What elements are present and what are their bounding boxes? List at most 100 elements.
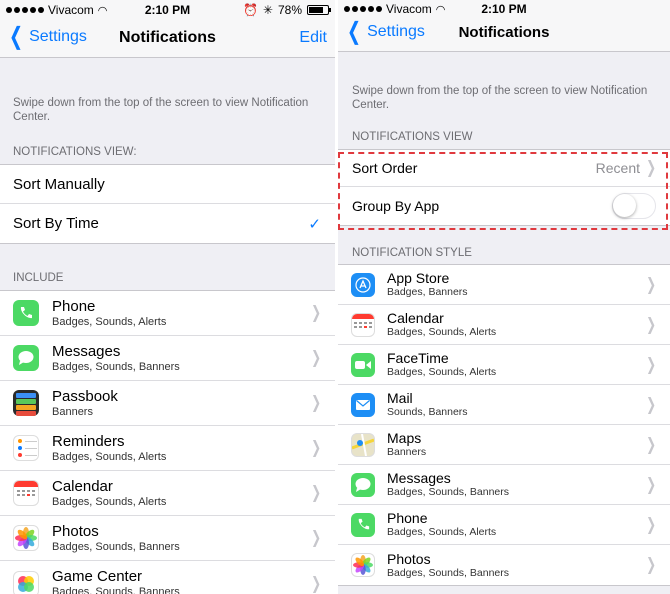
app-alert-style: Badges, Sounds, Alerts [52, 315, 167, 328]
highlight-box [338, 152, 668, 230]
section-header-view: NOTIFICATIONS VIEW: [13, 146, 137, 158]
app-store-icon [351, 272, 375, 297]
chevron-right-icon: ❯ [645, 354, 656, 374]
edit-button[interactable]: Edit [299, 29, 327, 47]
calendar-icon [351, 312, 375, 337]
app-alert-style: Badges, Sounds, Banners [52, 540, 180, 553]
status-bar: Vivacom ◠ 2:10 PM [338, 0, 670, 17]
checkmark-icon: ✓ [308, 215, 321, 233]
app-name: Calendar [387, 310, 444, 326]
app-name: FaceTime [387, 350, 449, 366]
app-name: Mail [387, 390, 413, 406]
chevron-right-icon: ❯ [310, 573, 321, 593]
app-row-photos[interactable]: Photos Badges, Sounds, Banners ❯ [338, 545, 670, 585]
right-status: ⏰ ✳ 78% [242, 3, 331, 17]
app-alert-style: Badges, Sounds, Banners [52, 360, 180, 373]
phone-icon [351, 512, 375, 537]
option-label: Sort Manually [13, 175, 105, 193]
app-name: Reminders [52, 432, 125, 450]
messages-icon [13, 345, 39, 371]
app-row-passbook[interactable]: Passbook Banners ❯ [0, 381, 335, 426]
app-row-facetime[interactable]: FaceTime Badges, Sounds, Alerts ❯ [338, 345, 670, 385]
app-row-photos[interactable]: Photos Badges, Sounds, Banners ❯ [0, 516, 335, 561]
chevron-right-icon: ❯ [645, 274, 656, 294]
app-name: Messages [52, 342, 121, 360]
section-header-style: NOTIFICATION STYLE [352, 247, 472, 259]
bluetooth-icon: ✳ [262, 3, 273, 17]
phone-icon [13, 300, 39, 326]
photos-icon [351, 553, 375, 577]
app-alert-style: Banners [387, 446, 427, 458]
app-name: Phone [387, 510, 428, 526]
info-text: Swipe down from the top of the screen to… [352, 85, 648, 111]
chevron-right-icon: ❯ [645, 555, 656, 574]
app-name: Phone [52, 297, 96, 315]
option-sort-manually[interactable]: Sort Manually [0, 165, 335, 204]
game-center-icon [13, 570, 39, 594]
nav-bar: ❮ Settings Notifications Edit [0, 20, 335, 58]
facetime-icon [351, 352, 375, 377]
option-sort-by-time[interactable]: Sort By Time ✓ [0, 204, 335, 243]
app-alert-style: Badges, Sounds, Alerts [387, 366, 497, 378]
app-alert-style: Badges, Sounds, Banners [387, 566, 510, 579]
app-row-messages[interactable]: Messages Badges, Sounds, Banners ❯ [0, 336, 335, 381]
app-row-reminders[interactable]: Reminders Badges, Sounds, Alerts ❯ [0, 426, 335, 471]
reminders-icon [13, 435, 39, 461]
page-title: Notifications [119, 29, 216, 46]
mail-icon [351, 392, 375, 417]
chevron-right-icon: ❯ [645, 474, 656, 494]
app-alert-style: Badges, Sounds, Alerts [387, 326, 497, 338]
app-alert-style: Badges, Sounds, Banners [387, 486, 510, 498]
app-name: Maps [387, 430, 422, 446]
chevron-right-icon: ❯ [310, 348, 321, 367]
app-alert-style: Badges, Sounds, Alerts [52, 495, 167, 508]
chevron-right-icon: ❯ [310, 438, 321, 457]
clock: 2:10 PM [481, 2, 527, 16]
app-row-phone[interactable]: Phone Badges, Sounds, Alerts ❯ [338, 505, 670, 545]
chevron-right-icon: ❯ [645, 434, 656, 454]
app-row-game-center[interactable]: Game Center Badges, Sounds, Banners ❯ [0, 561, 335, 594]
app-row-mail[interactable]: Mail Sounds, Banners ❯ [338, 385, 670, 425]
app-name: Photos [387, 550, 431, 567]
app-name: Photos [52, 522, 99, 540]
nav-bar: ❮ Settings Notifications [338, 17, 670, 52]
app-row-maps[interactable]: Maps Banners ❯ [338, 425, 670, 465]
chevron-right-icon: ❯ [310, 393, 321, 412]
photos-icon [13, 525, 39, 551]
chevron-right-icon: ❯ [645, 514, 656, 534]
app-name: Messages [387, 470, 451, 486]
maps-icon [351, 432, 375, 457]
style-apps-group: App Store Badges, Banners ❯ Calendar Badge… [338, 264, 670, 586]
status-bar: Vivacom ◠ 2:10 PM ⏰ ✳ 78% [0, 0, 335, 20]
app-alert-style: Badges, Sounds, Banners [52, 586, 180, 594]
app-row-app-store[interactable]: App Store Badges, Banners ❯ [338, 265, 670, 305]
app-alert-style: Badges, Sounds, Alerts [387, 526, 497, 538]
chevron-right-icon: ❯ [645, 394, 656, 414]
app-row-phone[interactable]: Phone Badges, Sounds, Alerts ❯ [0, 291, 335, 336]
app-row-calendar[interactable]: Calendar Badges, Sounds, Alerts ❯ [338, 305, 670, 345]
option-label: Sort By Time [13, 215, 99, 232]
battery-label: 78% [277, 3, 302, 17]
view-options-group: Sort Manually Sort By Time ✓ [0, 164, 335, 244]
app-row-calendar[interactable]: Calendar Badges, Sounds, Alerts ❯ [0, 471, 335, 516]
app-name: Calendar [52, 477, 113, 495]
chevron-right-icon: ❯ [645, 314, 656, 334]
calendar-icon [13, 480, 39, 506]
app-alert-style: Sounds, Banners [387, 406, 468, 418]
app-row-messages[interactable]: Messages Badges, Sounds, Banners ❯ [338, 465, 670, 505]
section-header-view: NOTIFICATIONS VIEW [352, 131, 473, 143]
left-screen: Vivacom ◠ 2:10 PM ⏰ ✳ 78% ❮ Settings Not… [0, 0, 335, 594]
section-header-include: INCLUDE [13, 272, 64, 284]
app-name: Passbook [52, 387, 118, 405]
page-title: Notifications [458, 24, 550, 41]
passbook-icon [13, 390, 39, 416]
app-name: App Store [387, 270, 450, 286]
chevron-right-icon: ❯ [310, 483, 321, 502]
alarm-icon: ⏰ [242, 3, 258, 17]
app-alert-style: Badges, Sounds, Alerts [52, 450, 167, 463]
right-screen: Vivacom ◠ 2:10 PM ❮ Settings Notificatio… [338, 0, 670, 594]
app-alert-style: Banners [52, 405, 93, 418]
chevron-right-icon: ❯ [310, 528, 321, 547]
chevron-right-icon: ❯ [310, 303, 321, 322]
app-alert-style: Badges, Banners [387, 286, 468, 298]
